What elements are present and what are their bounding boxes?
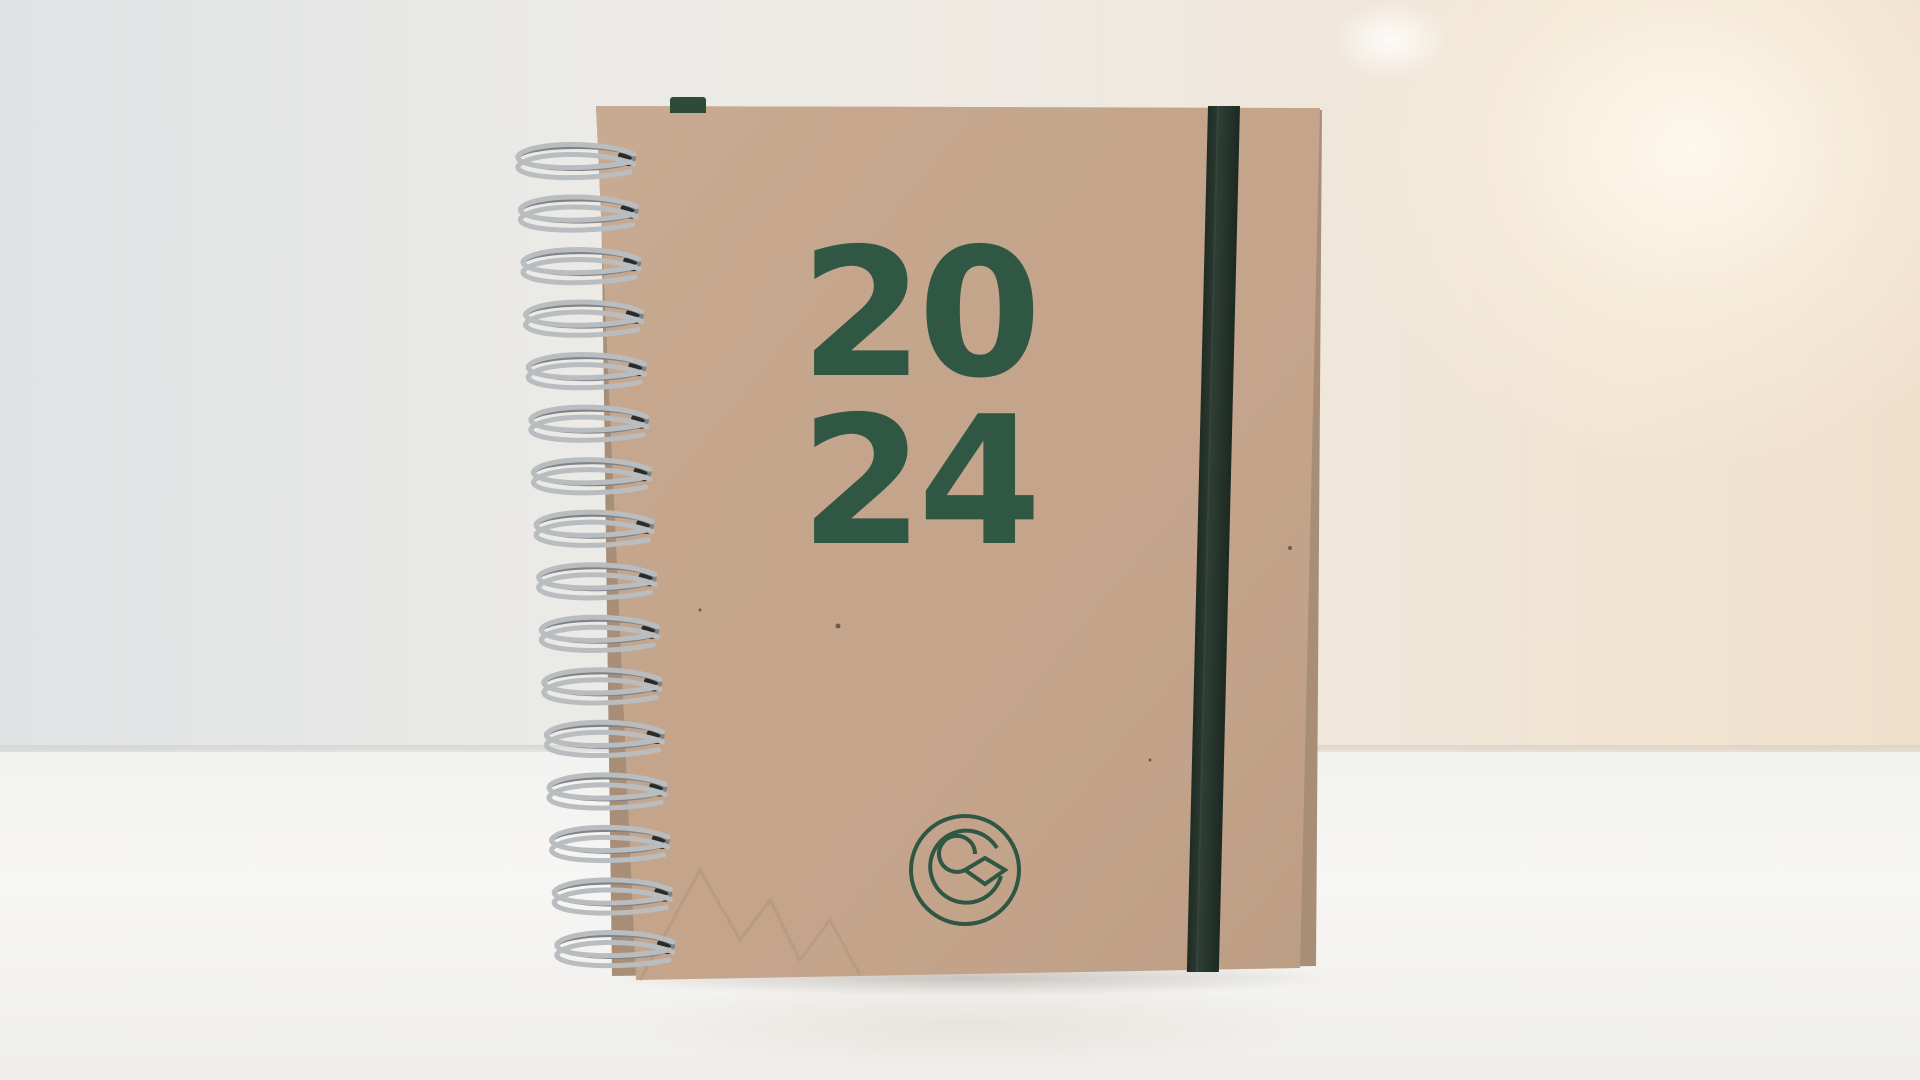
planner-notebook: 20 24 <box>0 0 1920 1080</box>
spiral-ring <box>549 824 671 864</box>
spiral-ring <box>551 877 673 916</box>
spiral-ring <box>533 509 655 548</box>
photo-scene: 20 24 <box>0 0 1920 1080</box>
spiral-ring <box>544 719 666 759</box>
spiral-ring <box>531 457 653 496</box>
spiral-ring <box>518 194 640 233</box>
spiral-ring <box>538 614 660 653</box>
spiral-ring <box>528 404 650 443</box>
spiral-ring <box>515 142 637 181</box>
spiral-ring <box>525 352 647 391</box>
spiral-binding <box>515 142 676 969</box>
spiral-ring <box>541 667 663 706</box>
spiral-ring <box>520 247 642 286</box>
spiral-ring <box>546 772 668 811</box>
spiral-ring <box>554 930 676 969</box>
spiral-ring <box>536 562 658 601</box>
spiral-ring <box>523 299 645 338</box>
